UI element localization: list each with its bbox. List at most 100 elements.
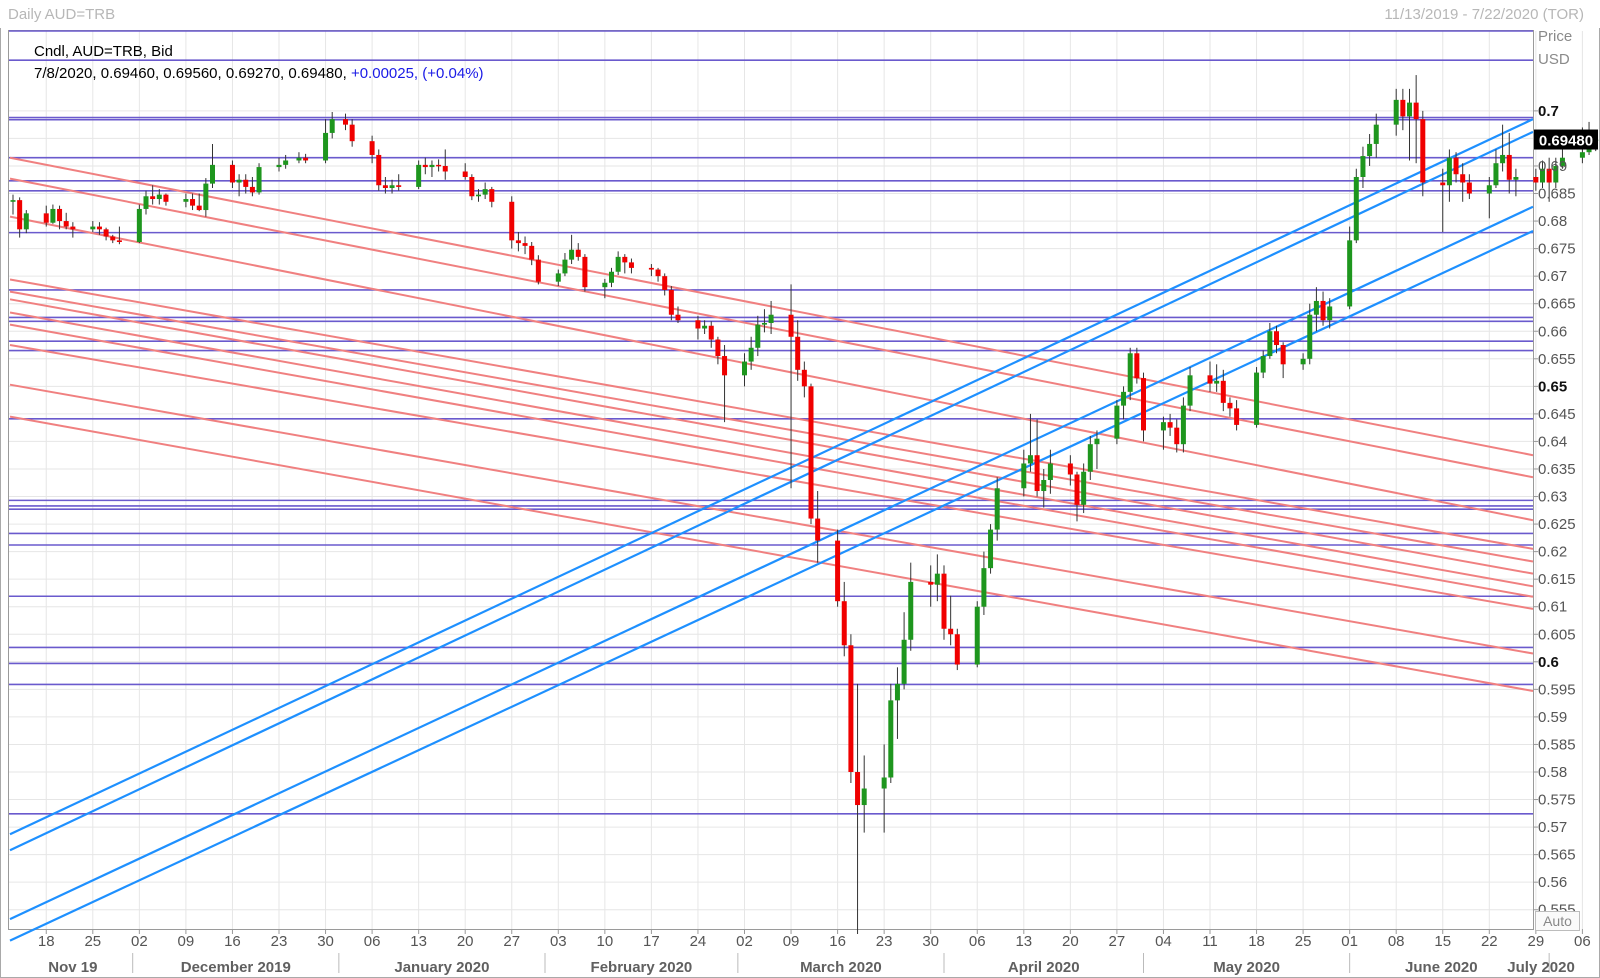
y-tick-label: 0.68 <box>1538 213 1567 230</box>
candle-body <box>110 236 116 241</box>
candle-body <box>1021 463 1027 489</box>
candle-body <box>609 271 614 283</box>
candle-body <box>1360 156 1366 177</box>
y-tick-label: 0.655 <box>1538 351 1576 368</box>
y-tick-label: 0.635 <box>1538 461 1576 478</box>
candle-body <box>369 141 375 155</box>
x-tick-label: 30 <box>317 933 334 950</box>
candle-body <box>429 164 435 168</box>
candle-body <box>396 185 402 187</box>
x-tick-label: 20 <box>457 933 474 950</box>
candle-body <box>569 249 575 260</box>
y-tick-label: 0.625 <box>1538 516 1576 533</box>
x-tick-label: 03 <box>550 933 567 950</box>
candle-body <box>788 314 794 337</box>
candle-body <box>1413 102 1419 120</box>
x-tick-label: 17 <box>643 933 660 950</box>
instrument-label: Cndl, AUD=TRB, Bid <box>34 43 173 60</box>
x-tick-label: 10 <box>597 933 614 950</box>
candle-body <box>183 199 189 202</box>
y-tick-label: 0.645 <box>1538 406 1576 423</box>
candle-body <box>908 581 914 640</box>
candle-body <box>343 119 348 125</box>
candle-body <box>249 186 255 193</box>
candle-body <box>582 256 588 288</box>
candle-body <box>1313 300 1319 315</box>
y-tick-label: 0.575 <box>1538 792 1576 809</box>
y-tick-label: 0.64 <box>1538 433 1567 450</box>
candle-body <box>57 208 63 222</box>
candle-body <box>602 282 608 288</box>
candle-body <box>276 164 282 168</box>
candle-body <box>23 213 29 230</box>
candle-body <box>988 529 994 569</box>
candle-body <box>841 601 847 646</box>
x-tick-label: 13 <box>1015 933 1032 950</box>
y-tick-label: 0.62 <box>1538 544 1567 561</box>
month-label: January 2020 <box>394 959 489 976</box>
candle-body <box>156 194 162 200</box>
y-tick-label: 0.56 <box>1538 874 1567 891</box>
y-tick-label: 0.605 <box>1538 626 1576 643</box>
candle-body <box>948 628 954 635</box>
month-label: December 2019 <box>181 959 291 976</box>
candle-body <box>103 229 109 237</box>
candle-body <box>1440 182 1446 186</box>
candle-body <box>1274 331 1279 346</box>
candle-body <box>1141 378 1146 431</box>
candle-body <box>1453 157 1459 175</box>
candle-body <box>628 262 634 268</box>
candle-body <box>1207 375 1213 384</box>
candle-body <box>10 200 16 202</box>
candle-body <box>1047 463 1053 480</box>
candle-body <box>1267 331 1273 357</box>
y-tick-label: 0.69 <box>1538 158 1567 175</box>
x-tick-label: 27 <box>503 933 520 950</box>
candle-body <box>974 606 980 665</box>
candle-body <box>1393 99 1399 125</box>
candle-body <box>894 683 900 701</box>
y-tick-label: 0.59 <box>1538 709 1567 726</box>
candle-body <box>1127 353 1133 392</box>
candle-body <box>1300 358 1306 365</box>
candle-body <box>90 226 96 230</box>
candlestick-chart[interactable]: 0.70.6950.690.6850.680.6750.670.6650.660… <box>0 0 1600 978</box>
candle-body <box>1094 438 1100 445</box>
y-tick-label: 0.6 <box>1538 654 1559 671</box>
y-tick-label: 0.685 <box>1538 186 1576 203</box>
candle-body <box>382 185 388 189</box>
candle-body <box>203 183 209 211</box>
candle-body <box>801 369 807 387</box>
candle-body <box>1234 408 1240 425</box>
candle-body <box>662 276 668 290</box>
candle-body <box>256 167 262 193</box>
x-tick-label: 20 <box>1062 933 1079 950</box>
candle-body <box>748 347 754 362</box>
x-tick-label: 18 <box>1248 933 1265 950</box>
candle-body <box>329 119 335 133</box>
candle-body <box>1493 163 1499 186</box>
candle-body <box>994 488 1000 530</box>
candle-body <box>655 269 661 277</box>
candle-body <box>1280 345 1286 365</box>
y-tick-label: 0.665 <box>1538 296 1576 313</box>
price-axis-unit: USD <box>1538 51 1570 68</box>
x-tick-label: 23 <box>271 933 288 950</box>
x-tick-label: 16 <box>224 933 241 950</box>
candle-body <box>855 771 861 806</box>
up-trendline <box>9 118 1534 836</box>
auto-scale-button[interactable]: Auto <box>1535 911 1580 931</box>
candle-body <box>981 568 987 607</box>
month-label: February 2020 <box>591 959 693 976</box>
candle-body <box>283 160 289 165</box>
candle-body <box>1121 391 1127 406</box>
down-trendline <box>9 323 1534 598</box>
candle-body <box>522 243 528 246</box>
candle-body <box>1320 300 1326 321</box>
y-tick-label: 0.57 <box>1538 819 1567 836</box>
candle-body <box>229 164 235 183</box>
candle-body <box>1180 405 1186 445</box>
candle-body <box>63 221 69 227</box>
candle-body <box>1506 154 1512 180</box>
month-label: March 2020 <box>800 959 882 976</box>
